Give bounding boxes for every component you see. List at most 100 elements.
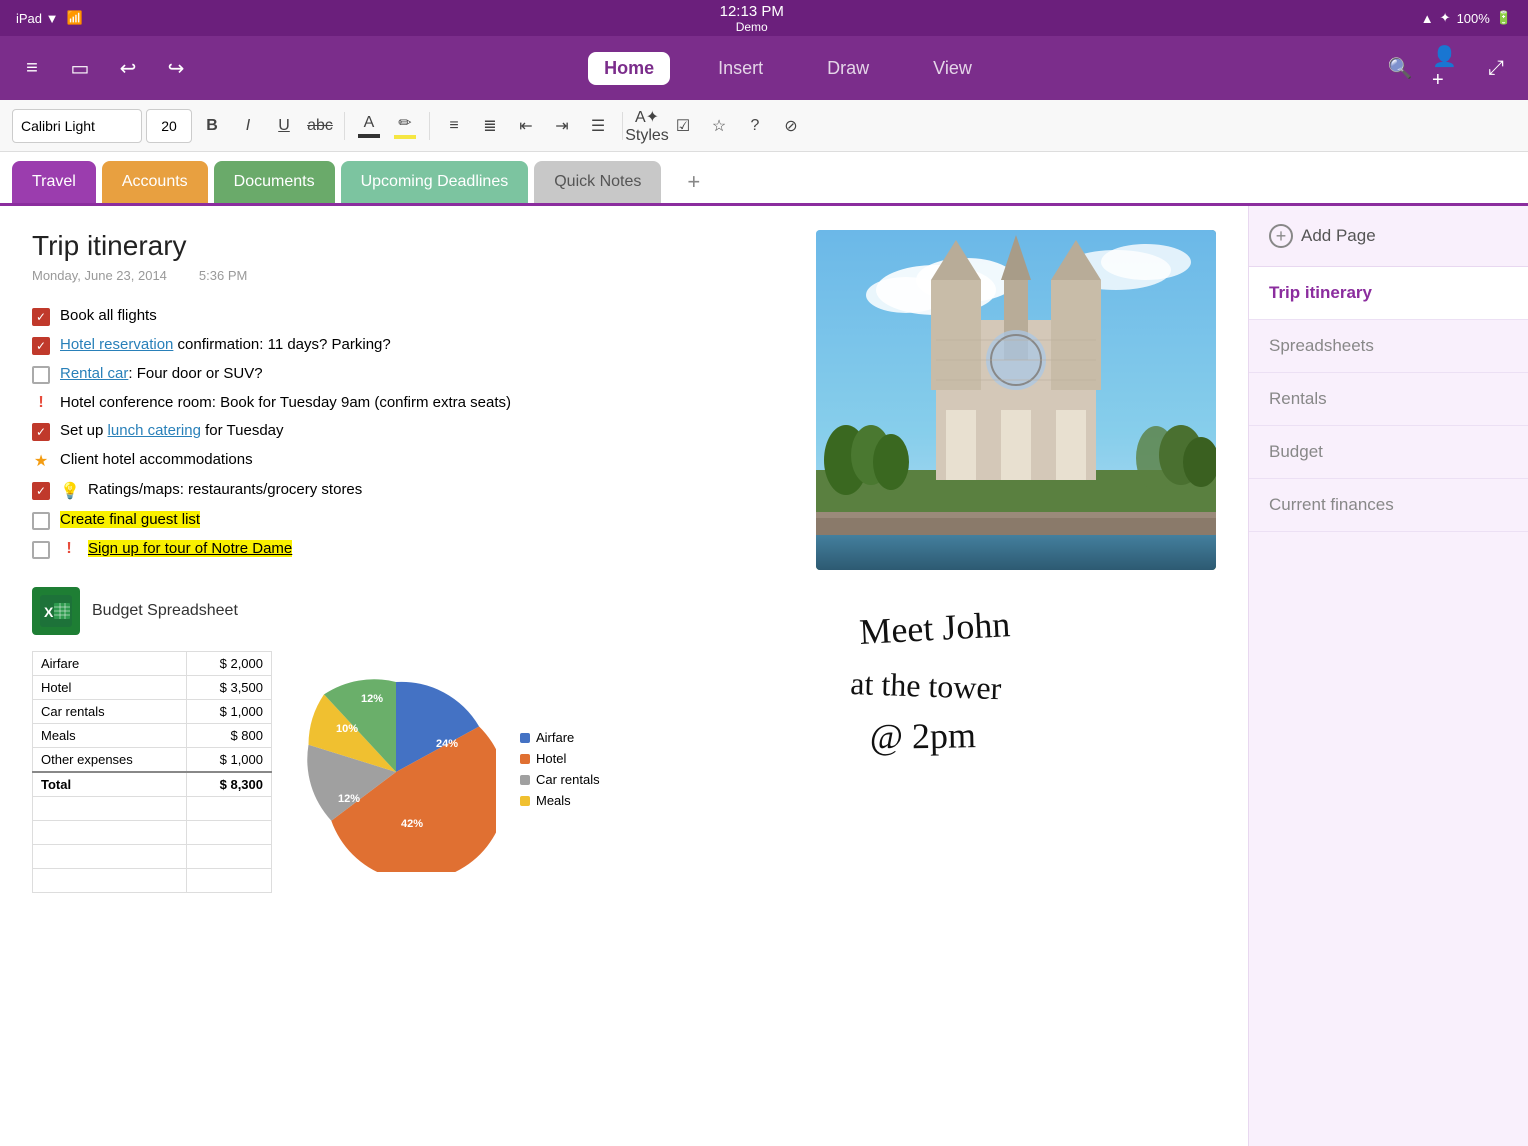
list-item: Rental car: Four door or SUV? [32,365,792,384]
note-date: Monday, June 23, 2014 [32,268,167,283]
tab-insert[interactable]: Insert [702,52,779,85]
checkbox-8[interactable] [32,512,50,530]
notebook-icon[interactable]: ▭ [64,52,96,84]
status-right: ▲ ✦ 100% 🔋 [1421,10,1512,26]
bluetooth-icon: ✦ [1440,10,1451,26]
handwriting-area: Meet John at the tower @ 2pm [816,570,1216,893]
status-left: iPad ▼ 📶 [16,10,83,26]
format-bar: B I U abc A ✏ ≡ ≣ ⇤ ⇥ ☰ A✦ Styles ☑ ☆ ? … [0,100,1528,152]
table-row-total: Total$ 8,300 [33,772,272,797]
tab-draw[interactable]: Draw [811,52,885,85]
checkbox-5[interactable]: ✓ [32,423,50,441]
checkbox-9[interactable] [32,541,50,559]
legend-label-carrentals: Car rentals [536,772,600,787]
table-row-empty [33,821,272,845]
font-color-button[interactable]: A [353,110,385,142]
undo-icon[interactable]: ↩ [112,52,144,84]
search-icon[interactable]: 🔍 [1384,52,1416,84]
item-text-4: Hotel conference room: Book for Tuesday … [60,394,511,411]
help-button[interactable]: ? [739,110,771,142]
highlight-button[interactable]: ✏ [389,110,421,142]
exclaim-icon-4: ! [32,394,50,412]
numbered-list-button[interactable]: ≣ [474,110,506,142]
tab-travel[interactable]: Travel [12,161,96,203]
indent-button[interactable]: ⇥ [546,110,578,142]
lunch-catering-link[interactable]: lunch catering [108,422,201,439]
checkbox-7[interactable]: ✓ [32,482,50,500]
total-label: Total [33,772,187,797]
tab-upcoming-deadlines[interactable]: Upcoming Deadlines [341,161,529,203]
svg-text:12%: 12% [361,693,383,705]
outdent-button[interactable]: ⇤ [510,110,542,142]
underline-button[interactable]: U [268,110,300,142]
legend-dot-meals [520,796,530,806]
more-button[interactable]: ⊘ [775,110,807,142]
excel-logo-icon: X [32,587,80,635]
legend-label-airfare: Airfare [536,730,574,745]
sidebar-page-finances[interactable]: Current finances [1249,479,1528,532]
expand-icon[interactable]: ⤢ [1480,52,1512,84]
row-label: Hotel [33,676,187,700]
table-row: Other expenses$ 1,000 [33,748,272,773]
row-value: $ 800 [186,724,271,748]
tab-accounts[interactable]: Accounts [102,161,208,203]
italic-button[interactable]: I [232,110,264,142]
list-item: Create final guest list [32,511,792,530]
font-selector[interactable] [12,109,142,143]
checkbox-button[interactable]: ☑ [667,110,699,142]
row-value: $ 2,000 [186,652,271,676]
toolbar-left: ≡ ▭ ↩ ↪ [16,52,192,84]
add-user-icon[interactable]: 👤+ [1432,52,1464,84]
styles-button[interactable]: A✦ Styles [631,110,663,142]
main-content: Trip itinerary Monday, June 23, 2014 5:3… [0,206,1528,1146]
row-value: $ 1,000 [186,748,271,773]
tab-quick-notes[interactable]: Quick Notes [534,161,661,203]
add-page-button[interactable]: + Add Page [1249,206,1528,267]
strikethrough-button[interactable]: abc [304,110,336,142]
sidebar-page-spreadsheets[interactable]: Spreadsheets [1249,320,1528,373]
row-value: $ 1,000 [186,700,271,724]
star-button[interactable]: ☆ [703,110,735,142]
row-label: Other expenses [33,748,187,773]
list-item: ✓ 💡 Ratings/maps: restaurants/grocery st… [32,481,792,501]
battery-icon: 🔋 [1496,10,1512,26]
budget-table-container: Airfare$ 2,000 Hotel$ 3,500 Car rentals$… [32,651,272,893]
star-icon-6: ★ [32,451,50,471]
legend-item-hotel: Hotel [520,751,600,766]
tab-view[interactable]: View [917,52,988,85]
font-size-input[interactable] [146,109,192,143]
redo-icon[interactable]: ↪ [160,52,192,84]
handwriting-text-line1: Meet John [858,604,1011,652]
list-item: ★ Client hotel accommodations [32,451,792,471]
svg-text:10%: 10% [336,723,358,735]
table-row: Airfare$ 2,000 [33,652,272,676]
item-text-6: Client hotel accommodations [60,451,253,468]
toolbar: ≡ ▭ ↩ ↪ Home Insert Draw View 🔍 👤+ ⤢ [0,36,1528,100]
toolbar-center: Home Insert Draw View [204,52,1372,85]
excel-file: X Budget Spreadsheet [32,587,792,635]
sidebar-page-budget[interactable]: Budget [1249,426,1528,479]
align-button[interactable]: ☰ [582,110,614,142]
svg-text:12%: 12% [338,793,360,805]
bullet-list-button[interactable]: ≡ [438,110,470,142]
tab-add-button[interactable]: + [667,161,720,203]
checkbox-2[interactable]: ✓ [32,337,50,355]
menu-icon[interactable]: ≡ [16,52,48,84]
rental-car-link[interactable]: Rental car [60,365,128,382]
checkbox-1[interactable]: ✓ [32,308,50,326]
tab-home[interactable]: Home [588,52,670,85]
tab-documents[interactable]: Documents [214,161,335,203]
item-text-3: Rental car: Four door or SUV? [60,365,263,382]
list-item: ✓ Book all flights [32,307,792,326]
hotel-reservation-link[interactable]: Hotel reservation [60,336,173,353]
toolbar-right: 🔍 👤+ ⤢ [1384,52,1512,84]
wifi-icon: 📶 [67,10,83,26]
checkbox-3[interactable] [32,366,50,384]
row-value: $ 3,500 [186,676,271,700]
sidebar-page-trip[interactable]: Trip itinerary [1249,267,1528,320]
bold-button[interactable]: B [196,110,228,142]
sidebar-page-rentals[interactable]: Rentals [1249,373,1528,426]
svg-text:X: X [44,604,54,620]
budget-section: X Budget Spreadsheet [32,587,792,893]
separator-3 [622,112,623,140]
